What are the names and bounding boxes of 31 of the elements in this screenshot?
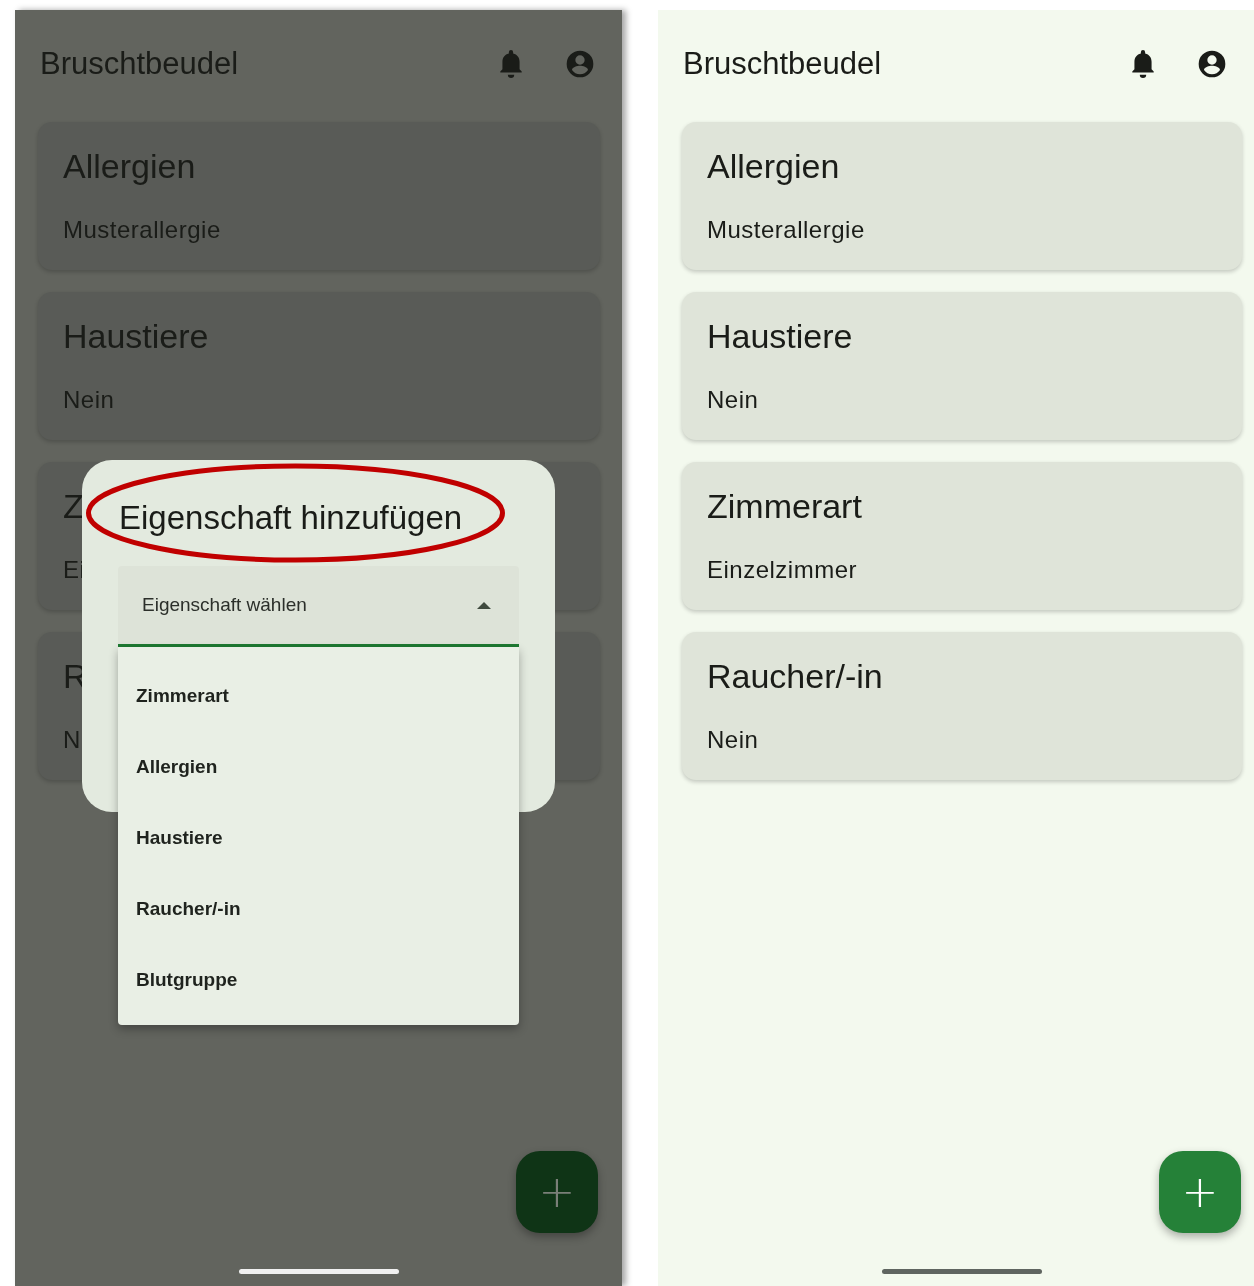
card-value: Einzelzimmer xyxy=(707,556,858,584)
card-title: Haustiere xyxy=(707,316,853,357)
property-card[interactable]: Allergien Musterallergie xyxy=(682,122,1242,270)
add-button[interactable]: + xyxy=(1159,1151,1241,1233)
card-value: Musterallergie xyxy=(707,216,865,244)
card-title: Allergien xyxy=(63,146,196,187)
app-title: Bruschtbeudel xyxy=(40,46,240,82)
card-value: Nein xyxy=(707,386,759,414)
menu-item[interactable]: Raucher/-in xyxy=(118,873,519,944)
menu-item[interactable]: Zimmerart xyxy=(118,660,519,731)
card-title: Allergien xyxy=(707,146,840,187)
notification-bell-icon[interactable] xyxy=(1130,49,1156,79)
menu-item[interactable]: Blutgruppe xyxy=(118,944,519,1015)
card-title: Haustiere xyxy=(63,316,209,357)
card-value: Musterallergie xyxy=(63,216,221,244)
menu-item[interactable]: Haustiere xyxy=(118,802,519,873)
card-title: Zimmerart xyxy=(707,486,862,527)
dialog-title: Eigenschaft hinzufügen xyxy=(119,498,464,538)
card-title: Z xyxy=(63,486,84,527)
card-value: N xyxy=(63,726,81,754)
card-title: Raucher/-in xyxy=(707,656,883,697)
app-title: Bruschtbeudel xyxy=(683,46,883,82)
property-card[interactable]: Raucher/-in Nein xyxy=(682,632,1242,780)
property-card[interactable]: Zimmerart Einzelzimmer xyxy=(682,462,1242,610)
menu-item[interactable]: Allergien xyxy=(118,731,519,802)
property-card[interactable]: Haustiere Nein xyxy=(682,292,1242,440)
card-value: Nein xyxy=(707,726,759,754)
card-value: Nein xyxy=(63,386,115,414)
account-icon[interactable] xyxy=(1196,48,1228,80)
caret-icon xyxy=(477,601,491,609)
dropdown-field[interactable]: Eigenschaft wählen xyxy=(118,566,519,647)
